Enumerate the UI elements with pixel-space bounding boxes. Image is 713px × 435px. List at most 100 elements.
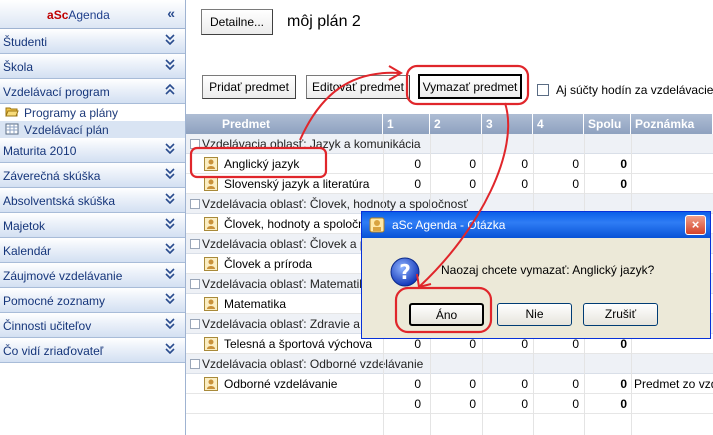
dialog-message: Naozaj chcete vymazať: Anglický jazyk? [441, 263, 655, 277]
subject-name: Človek, hodnoty a spoločnosť [224, 217, 382, 231]
sidebar-section-a1[interactable]: Škola [0, 54, 185, 79]
group-checkbox[interactable] [190, 139, 200, 149]
hours-cell[interactable]: 0 [436, 177, 476, 191]
sidebar-section-b8[interactable]: Čo vidí zriaďovateľ [0, 338, 185, 363]
chevron-down-icon [165, 192, 175, 206]
subject-name: Anglický jazyk [224, 157, 300, 171]
chevron-down-icon [165, 267, 175, 281]
delete-subject-button[interactable]: Vymazať predmet [418, 74, 522, 99]
group-checkbox[interactable] [190, 239, 200, 249]
plan-title: môj plán 2 [287, 13, 361, 30]
chevron-up-icon [165, 83, 175, 97]
hours-cell[interactable]: 0 [436, 377, 476, 391]
app-brand: aScAgenda [47, 8, 110, 22]
hours-cell[interactable]: 0 [488, 397, 528, 411]
sidebar-section-a2[interactable]: Vzdelávací program [0, 79, 185, 104]
sidebar-section-b2[interactable]: Absolventská skúška [0, 188, 185, 213]
cancel-button[interactable]: Zrušiť [583, 303, 658, 326]
total-row[interactable]: 00000 [186, 394, 713, 414]
group-checkbox[interactable] [190, 359, 200, 369]
sidebar-title-bar: aScAgenda « [0, 0, 185, 29]
group-row[interactable]: Vzdelávacia oblasť: Odborné vzdelávanie [186, 354, 713, 374]
collapse-sidebar-icon[interactable]: « [167, 5, 175, 21]
hours-cell[interactable]: 0 [488, 377, 528, 391]
table-icon [5, 123, 19, 135]
group-checkbox[interactable] [190, 199, 200, 209]
hours-cell[interactable]: 0 [539, 177, 579, 191]
sidebar-section-b7[interactable]: Činnosti učiteľov [0, 313, 185, 338]
sum-hours-checkbox[interactable] [537, 84, 549, 96]
dialog-close-icon[interactable]: × [685, 215, 706, 235]
total-cell[interactable]: 0 [587, 157, 627, 171]
note-cell[interactable]: Predmet zo vzdel [634, 377, 713, 391]
hours-cell[interactable]: 0 [381, 397, 421, 411]
column-header-1[interactable]: 1 [383, 114, 430, 134]
subject-name: Matematika [224, 297, 287, 311]
hours-cell[interactable]: 0 [539, 157, 579, 171]
table-row[interactable]: Odborné vzdelávanie00000Predmet zo vzdel [186, 374, 713, 394]
folder-open-icon [5, 107, 19, 117]
sidebar-section-a0[interactable]: Študenti [0, 29, 185, 54]
sidebar-section-b5[interactable]: Záujmové vzdelávanie [0, 263, 185, 288]
sidebar-section-label: Škola [3, 60, 34, 74]
sidebar-section-b0[interactable]: Maturita 2010 [0, 138, 185, 163]
hours-cell[interactable]: 0 [381, 177, 421, 191]
column-header-6[interactable]: Poznámka [631, 114, 713, 134]
subject-name: Odborné vzdelávanie [224, 377, 338, 391]
chevron-down-icon [165, 342, 175, 356]
total-cell[interactable]: 0 [587, 337, 627, 351]
add-subject-button[interactable]: Pridať predmet [202, 75, 296, 99]
hours-cell[interactable]: 0 [436, 397, 476, 411]
sidebar-section-b1[interactable]: Záverečná skúška [0, 163, 185, 188]
table-row[interactable]: Slovenský jazyk a literatúra 0 0 0 0 0 [186, 174, 713, 194]
hours-cell[interactable]: 0 [381, 337, 421, 351]
chevron-down-icon [165, 142, 175, 156]
dialog-title-bar[interactable]: aSc Agenda - Otázka × [362, 212, 710, 238]
total-cell[interactable]: 0 [587, 177, 627, 191]
total-cell[interactable]: 0 [587, 377, 627, 391]
group-checkbox[interactable] [190, 319, 200, 329]
sidebar-section-b3[interactable]: Majetok [0, 213, 185, 238]
subject-name: Človek a príroda [224, 257, 313, 271]
hours-cell[interactable]: 0 [488, 157, 528, 171]
sidebar-section-label: Čo vidí zriaďovateľ [3, 344, 104, 358]
chevron-down-icon [165, 33, 175, 47]
column-header-4[interactable]: 4 [533, 114, 584, 134]
hours-cell[interactable]: 0 [539, 377, 579, 391]
sum-hours-label: Aj súčty hodín za vzdelávacie ob [556, 83, 713, 97]
sidebar-subitem-1[interactable]: Vzdelávací plán [0, 121, 185, 138]
hours-cell[interactable]: 0 [436, 337, 476, 351]
hours-cell[interactable]: 0 [381, 157, 421, 171]
table-row[interactable]: Anglický jazyk 0 0 0 0 0 [186, 154, 713, 174]
column-header-5[interactable]: Spolu [584, 114, 631, 134]
group-checkbox[interactable] [190, 279, 200, 289]
hours-cell[interactable]: 0 [539, 337, 579, 351]
hours-cell[interactable]: 0 [436, 157, 476, 171]
hours-cell[interactable]: 0 [488, 177, 528, 191]
group-row[interactable]: Vzdelávacia oblasť: Jazyk a komunikácia [186, 134, 713, 154]
dialog-body: ? Naozaj chcete vymazať: Anglický jazyk?… [362, 238, 710, 338]
sidebar-section-label: Pomocné zoznamy [3, 294, 106, 308]
column-header-0[interactable]: Predmet [186, 114, 383, 134]
total-cell[interactable]: 0 [587, 397, 627, 411]
edit-subject-button[interactable]: Editovať predmet [306, 75, 410, 99]
hours-cell[interactable]: 0 [488, 337, 528, 351]
yes-button[interactable]: Áno [409, 303, 484, 326]
chevron-down-icon [165, 167, 175, 181]
sidebar-section-b6[interactable]: Pomocné zoznamy [0, 288, 185, 313]
sum-hours-option[interactable]: Aj súčty hodín za vzdelávacie ob [537, 83, 713, 99]
sidebar-subitem-0[interactable]: Programy a plány [0, 104, 185, 121]
group-label: Vzdelávacia oblasť: Jazyk a komunikácia [202, 137, 421, 151]
column-header-3[interactable]: 3 [482, 114, 533, 134]
no-button[interactable]: Nie [497, 303, 572, 326]
hours-cell[interactable]: 0 [381, 377, 421, 391]
chevron-down-icon [165, 217, 175, 231]
subject-name: Slovenský jazyk a literatúra [224, 177, 370, 191]
details-button[interactable]: Detailne... [201, 9, 273, 35]
group-label: Vzdelávacia oblasť: Človek, hodnoty a sp… [202, 197, 468, 211]
column-header-2[interactable]: 2 [430, 114, 482, 134]
subject-icon [204, 177, 218, 191]
subject-icon [204, 217, 218, 231]
hours-cell[interactable]: 0 [539, 397, 579, 411]
sidebar-section-b4[interactable]: Kalendár [0, 238, 185, 263]
